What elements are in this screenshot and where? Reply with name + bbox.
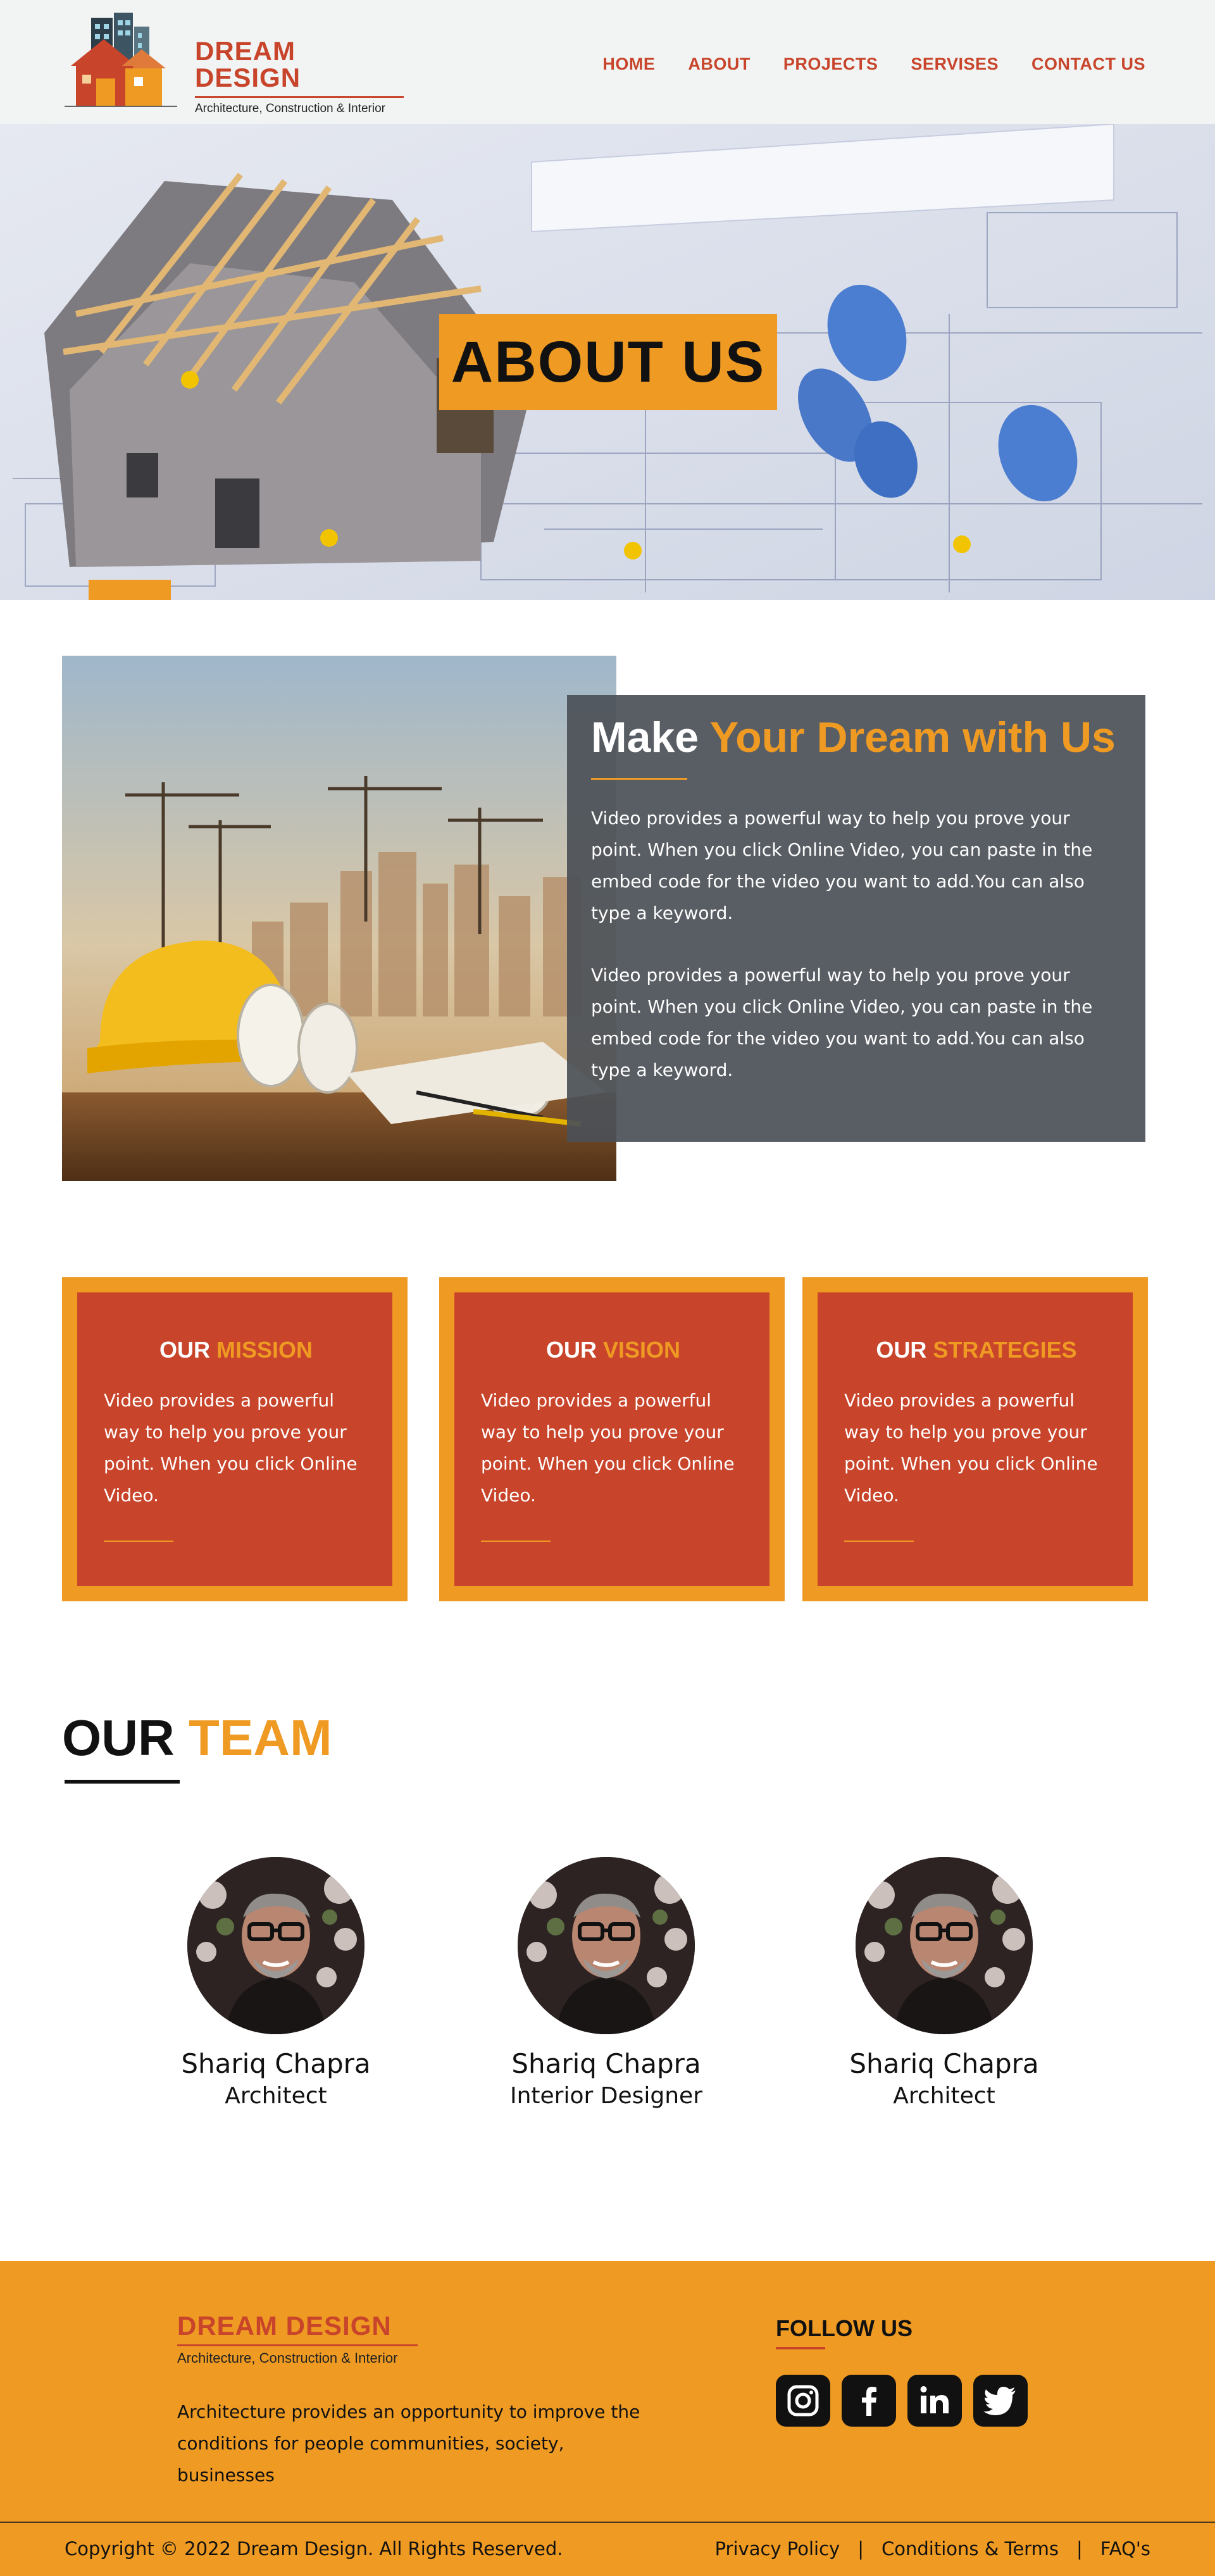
footer-brand-title: DREAM DESIGN: [177, 2311, 392, 2341]
team-section: OUR TEAM Shariq Chapra Architect Shariq …: [0, 1709, 1215, 2261]
social-links: [776, 2375, 1028, 2427]
member-name: Shariq Chapra: [511, 2048, 701, 2079]
team-member-1[interactable]: Shariq Chapra Architect: [149, 1857, 402, 2109]
card-title-prefix: OUR: [159, 1337, 210, 1363]
member-name: Shariq Chapra: [849, 2048, 1039, 2079]
member-role: Architect: [893, 2083, 995, 2109]
avatar: [187, 1857, 364, 2034]
values-cards: OUR MISSION Video provides a powerful wa…: [0, 1277, 1215, 1709]
about-divider: [591, 777, 687, 780]
nav-services[interactable]: SERVISES: [911, 54, 999, 74]
brand-logo[interactable]: DREAM DESIGN Architecture, Construction …: [65, 11, 406, 115]
card-title-highlight: STRATEGIES: [933, 1337, 1077, 1363]
about-info-panel: Make Your Dream with Us Video provides a…: [567, 695, 1145, 1142]
card-divider: [481, 1541, 551, 1542]
hero-title: ABOUT US: [451, 329, 766, 394]
card-strategies: OUR STRATEGIES Video provides a powerful…: [802, 1277, 1148, 1601]
card-divider: [104, 1541, 173, 1542]
construction-helmet-image: [62, 656, 616, 1181]
about-construction-image: [62, 656, 616, 1181]
member-role: Architect: [225, 2083, 327, 2109]
card-vision: OUR VISION Video provides a powerful way…: [439, 1277, 785, 1601]
card-strategies-title: OUR STRATEGIES: [844, 1337, 1109, 1363]
about-paragraph-2: Video provides a powerful way to help yo…: [591, 964, 1093, 1080]
member-name: Shariq Chapra: [181, 2048, 371, 2079]
card-title-prefix: OUR: [545, 1337, 597, 1363]
hero-banner: ABOUT US: [0, 124, 1215, 600]
member-photo: [187, 1857, 364, 2034]
team-member-2[interactable]: Shariq Chapra Interior Designer: [480, 1857, 733, 2109]
about-section: Make Your Dream with Us Video provides a…: [0, 600, 1215, 1277]
logo-building-icon: [65, 13, 177, 107]
about-heading: Make Your Dream with Us: [591, 714, 1121, 761]
footer-separator: |: [857, 2538, 864, 2560]
footer-separator: |: [1076, 2538, 1083, 2560]
nav-about[interactable]: ABOUT: [688, 54, 751, 74]
follow-us-underline: [776, 2347, 825, 2349]
site-header: DREAM DESIGN Architecture, Construction …: [0, 0, 1215, 124]
twitter-icon[interactable]: [973, 2375, 1028, 2427]
avatar: [856, 1857, 1033, 2034]
avatar: [518, 1857, 695, 2034]
privacy-policy-link[interactable]: Privacy Policy: [715, 2538, 840, 2560]
team-divider: [65, 1780, 180, 1784]
follow-us-heading: FOLLOW US: [776, 2315, 913, 2341]
footer-brand-logo[interactable]: DREAM DESIGN Architecture, Construction …: [177, 2313, 418, 2367]
footer-about-text: Architecture provides an opportunity to …: [177, 2401, 640, 2485]
member-role: Interior Designer: [509, 2083, 702, 2109]
about-heading-plain: Make: [591, 713, 699, 761]
about-heading-highlight: Your Dream with Us: [709, 713, 1116, 761]
card-strategies-text: Video provides a powerful way to help yo…: [844, 1390, 1098, 1506]
brand-rule: [195, 96, 404, 98]
card-mission-title: OUR MISSION: [104, 1337, 368, 1363]
card-divider: [844, 1541, 914, 1542]
team-member-3[interactable]: Shariq Chapra Architect: [818, 1857, 1071, 2109]
card-vision-body: OUR VISION Video provides a powerful way…: [454, 1292, 770, 1586]
card-mission: OUR MISSION Video provides a powerful wa…: [62, 1277, 408, 1601]
hero-title-badge: ABOUT US: [439, 314, 777, 410]
instagram-icon[interactable]: [776, 2375, 830, 2427]
conditions-terms-link[interactable]: Conditions & Terms: [882, 2538, 1059, 2560]
member-photo: [518, 1857, 695, 2034]
about-paragraph-1: Video provides a powerful way to help yo…: [591, 807, 1093, 923]
team-heading-plain: OUR: [62, 1710, 175, 1766]
footer-brand-rule: [177, 2344, 418, 2346]
card-vision-text: Video provides a powerful way to help yo…: [481, 1390, 735, 1506]
card-title-highlight: VISION: [602, 1337, 681, 1363]
card-title-highlight: MISSION: [216, 1337, 313, 1363]
linkedin-icon[interactable]: [907, 2375, 962, 2427]
member-photo: [856, 1857, 1033, 2034]
footer-links: Privacy Policy | Conditions & Terms | FA…: [715, 2538, 1150, 2560]
team-heading: OUR TEAM: [62, 1709, 332, 1767]
nav-contact[interactable]: CONTACT US: [1031, 54, 1145, 74]
nav-home[interactable]: HOME: [602, 54, 655, 74]
card-title-prefix: OUR: [876, 1337, 927, 1363]
team-heading-highlight: TEAM: [189, 1710, 332, 1766]
card-mission-body: OUR MISSION Video provides a powerful wa…: [77, 1292, 392, 1586]
copyright-text: Copyright © 2022 Dream Design. All Right…: [65, 2538, 563, 2560]
card-vision-title: OUR VISION: [481, 1337, 745, 1363]
nav-projects[interactable]: PROJECTS: [783, 54, 878, 74]
main-nav: HOME ABOUT PROJECTS SERVISES CONTACT US: [602, 54, 1145, 74]
facebook-icon[interactable]: [842, 2375, 896, 2427]
footer-divider: [0, 2522, 1215, 2523]
footer-brand-subtitle: Architecture, Construction & Interior: [177, 2350, 398, 2366]
site-footer: DREAM DESIGN Architecture, Construction …: [0, 2261, 1215, 2576]
faq-link[interactable]: FAQ's: [1100, 2538, 1150, 2560]
card-strategies-body: OUR STRATEGIES Video provides a powerful…: [818, 1292, 1133, 1586]
card-mission-text: Video provides a powerful way to help yo…: [104, 1390, 358, 1506]
brand-subtitle: Architecture, Construction & Interior: [195, 102, 385, 115]
brand-title: DREAM DESIGN: [195, 36, 301, 92]
